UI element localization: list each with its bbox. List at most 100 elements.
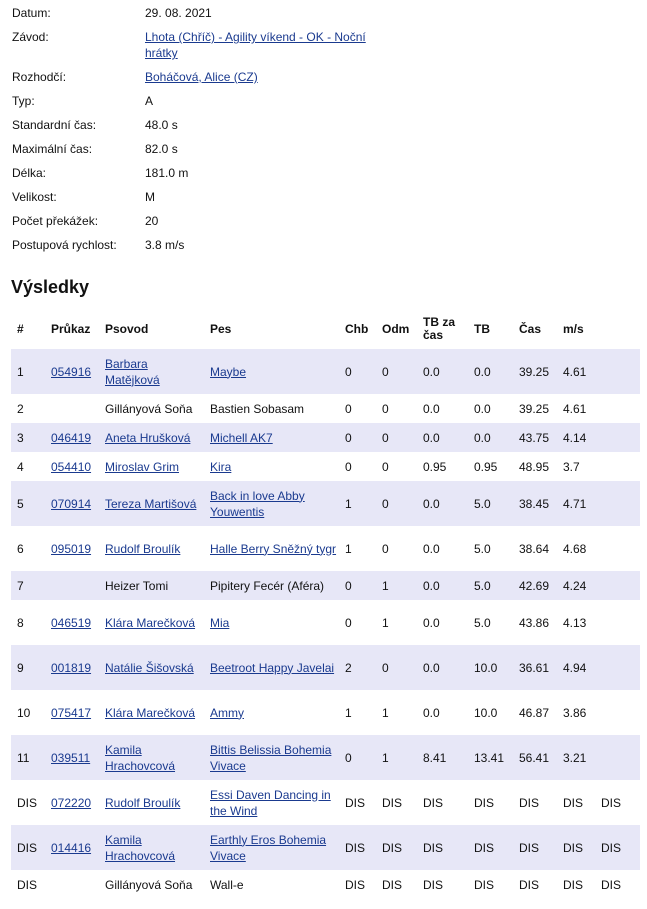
info-row-rozhodci: Rozhodčí: Boháčová, Alice (CZ)	[12, 69, 452, 85]
psovod-link[interactable]: Rudolf Broulík	[105, 796, 180, 810]
table-row: 11 039511 Kamila Hrachovcová Bittis Belissi…	[11, 735, 640, 780]
cell-rank: 2	[11, 394, 45, 423]
cell-extra	[595, 600, 640, 645]
cell-tb: 5.0	[468, 526, 513, 571]
cell-psovod: Aneta Hrušková	[99, 423, 204, 452]
cell-extra	[595, 526, 640, 571]
pes-link[interactable]: Ammy	[210, 706, 244, 720]
table-row: 4 054410 Miroslav Grim Kira 0 0 0.95 0.95 48.95 3…	[11, 452, 640, 481]
cell-tbcas: 0.0	[417, 645, 468, 690]
cell-tb: 10.0	[468, 645, 513, 690]
prukaz-link[interactable]: 054916	[51, 365, 91, 379]
cell-cas: DIS	[513, 870, 557, 899]
info-value-pocet-prekazek: 20	[145, 214, 159, 228]
cell-ms: 3.86	[557, 690, 595, 735]
pes-link[interactable]: Back in love Abby Youwentis	[210, 489, 305, 519]
cell-chb: 2	[339, 645, 376, 690]
cell-extra	[595, 452, 640, 481]
prukaz-link[interactable]: 072220	[51, 796, 91, 810]
prukaz-link[interactable]: 046419	[51, 431, 91, 445]
table-row: 10 075417 Klára Marečková Ammy 1 1 0.0 10.0 46.8…	[11, 690, 640, 735]
col-header-tb-za-cas: TB za čas	[423, 315, 456, 342]
cell-tb: 13.41	[468, 735, 513, 780]
prukaz-link[interactable]: 046519	[51, 616, 91, 630]
race-link[interactable]: Lhota (Chříč) - Agility víkend - OK - No…	[145, 30, 366, 60]
col-header-extra	[595, 309, 640, 349]
psovod-link[interactable]: Miroslav Grim	[105, 460, 179, 474]
cell-tb: DIS	[468, 870, 513, 899]
pes-link[interactable]: Beetroot Happy Javelai	[210, 661, 334, 675]
info-label: Závod:	[12, 30, 49, 44]
cell-extra	[595, 349, 640, 394]
cell-prukaz	[45, 870, 99, 899]
cell-prukaz: 075417	[45, 690, 99, 735]
cell-prukaz: 001819	[45, 645, 99, 690]
cell-pes: Mia	[204, 600, 339, 645]
cell-extra	[595, 481, 640, 526]
cell-rank: 7	[11, 571, 45, 600]
cell-tb: 5.0	[468, 571, 513, 600]
cell-psovod: Natálie Šišovská	[99, 645, 204, 690]
cell-pes: Earthly Eros Bohemia Vivace	[204, 825, 339, 870]
info-row-typ: Typ: A	[12, 93, 452, 109]
prukaz-link[interactable]: 070914	[51, 497, 91, 511]
cell-chb: DIS	[339, 870, 376, 899]
cell-pes: Beetroot Happy Javelai	[204, 645, 339, 690]
cell-rank: DIS	[11, 780, 45, 825]
prukaz-link[interactable]: 039511	[51, 751, 90, 765]
cell-cas: DIS	[513, 780, 557, 825]
cell-extra	[595, 423, 640, 452]
table-row: 5 070914 Tereza Martišová Back in love Abby…	[11, 481, 640, 526]
prukaz-link[interactable]: 075417	[51, 706, 91, 720]
pes-link[interactable]: Bittis Belissia Bohemia Vivace	[210, 743, 331, 773]
pes-link[interactable]: Maybe	[210, 365, 246, 379]
psovod-link[interactable]: Barbara Matějková	[105, 357, 160, 387]
cell-psovod: Gillányová Soňa	[99, 394, 204, 423]
cell-tbcas: DIS	[417, 780, 468, 825]
pes-link[interactable]: Mia	[210, 616, 229, 630]
cell-tbcas: DIS	[417, 825, 468, 870]
cell-chb: DIS	[339, 780, 376, 825]
table-row: 7 Heizer Tomi Pipitery Fecér (Aféra) 0 1 0.0 5…	[11, 571, 640, 600]
judge-link[interactable]: Boháčová, Alice (CZ)	[145, 70, 258, 84]
cell-tbcas: 0.95	[417, 452, 468, 481]
cell-psovod: Gillányová Soňa	[99, 870, 204, 899]
pes-link[interactable]: Michell AK7	[210, 431, 273, 445]
psovod-link[interactable]: Natálie Šišovská	[105, 661, 194, 675]
cell-extra: DIS	[595, 870, 640, 899]
info-row-datum: Datum: 29. 08. 2021	[12, 5, 452, 21]
cell-cas: 38.64	[513, 526, 557, 571]
cell-odm: 0	[376, 349, 417, 394]
cell-rank: DIS	[11, 870, 45, 899]
cell-rank: 1	[11, 349, 45, 394]
prukaz-link[interactable]: 054410	[51, 460, 91, 474]
pes-link[interactable]: Earthly Eros Bohemia Vivace	[210, 833, 326, 863]
race-info: Datum: 29. 08. 2021 Závod: Lhota (Chříč)…	[12, 5, 452, 261]
cell-chb: DIS	[339, 825, 376, 870]
cell-prukaz: 039511	[45, 735, 99, 780]
info-row-maximalni-cas: Maximální čas: 82.0 s	[12, 141, 452, 157]
psovod-link[interactable]: Aneta Hrušková	[105, 431, 190, 445]
prukaz-link[interactable]: 095019	[51, 542, 91, 556]
pes-link[interactable]: Kira	[210, 460, 231, 474]
psovod-link[interactable]: Klára Marečková	[105, 616, 195, 630]
prukaz-link[interactable]: 014416	[51, 841, 91, 855]
prukaz-link[interactable]: 001819	[51, 661, 91, 675]
cell-ms: 4.94	[557, 645, 595, 690]
pes-link[interactable]: Essi Daven Dancing in the Wind	[210, 788, 331, 818]
results-header-row: # Průkaz Psovod Pes Chb Odm TB za čas TB…	[11, 309, 640, 349]
psovod-link[interactable]: Kamila Hrachovcová	[105, 743, 175, 773]
psovod-link[interactable]: Rudolf Broulík	[105, 542, 180, 556]
col-header-tb: TB	[474, 321, 490, 336]
cell-prukaz: 014416	[45, 825, 99, 870]
cell-psovod: Klára Marečková	[99, 600, 204, 645]
cell-tbcas: 8.41	[417, 735, 468, 780]
psovod-link[interactable]: Tereza Martišová	[105, 497, 196, 511]
pes-link[interactable]: Halle Berry Sněžný tygr	[210, 542, 336, 556]
cell-psovod: Tereza Martišová	[99, 481, 204, 526]
info-row-zavod: Závod: Lhota (Chříč) - Agility víkend - …	[12, 29, 452, 61]
cell-chb: 0	[339, 349, 376, 394]
cell-prukaz: 070914	[45, 481, 99, 526]
psovod-link[interactable]: Kamila Hrachovcová	[105, 833, 175, 863]
psovod-link[interactable]: Klára Marečková	[105, 706, 195, 720]
